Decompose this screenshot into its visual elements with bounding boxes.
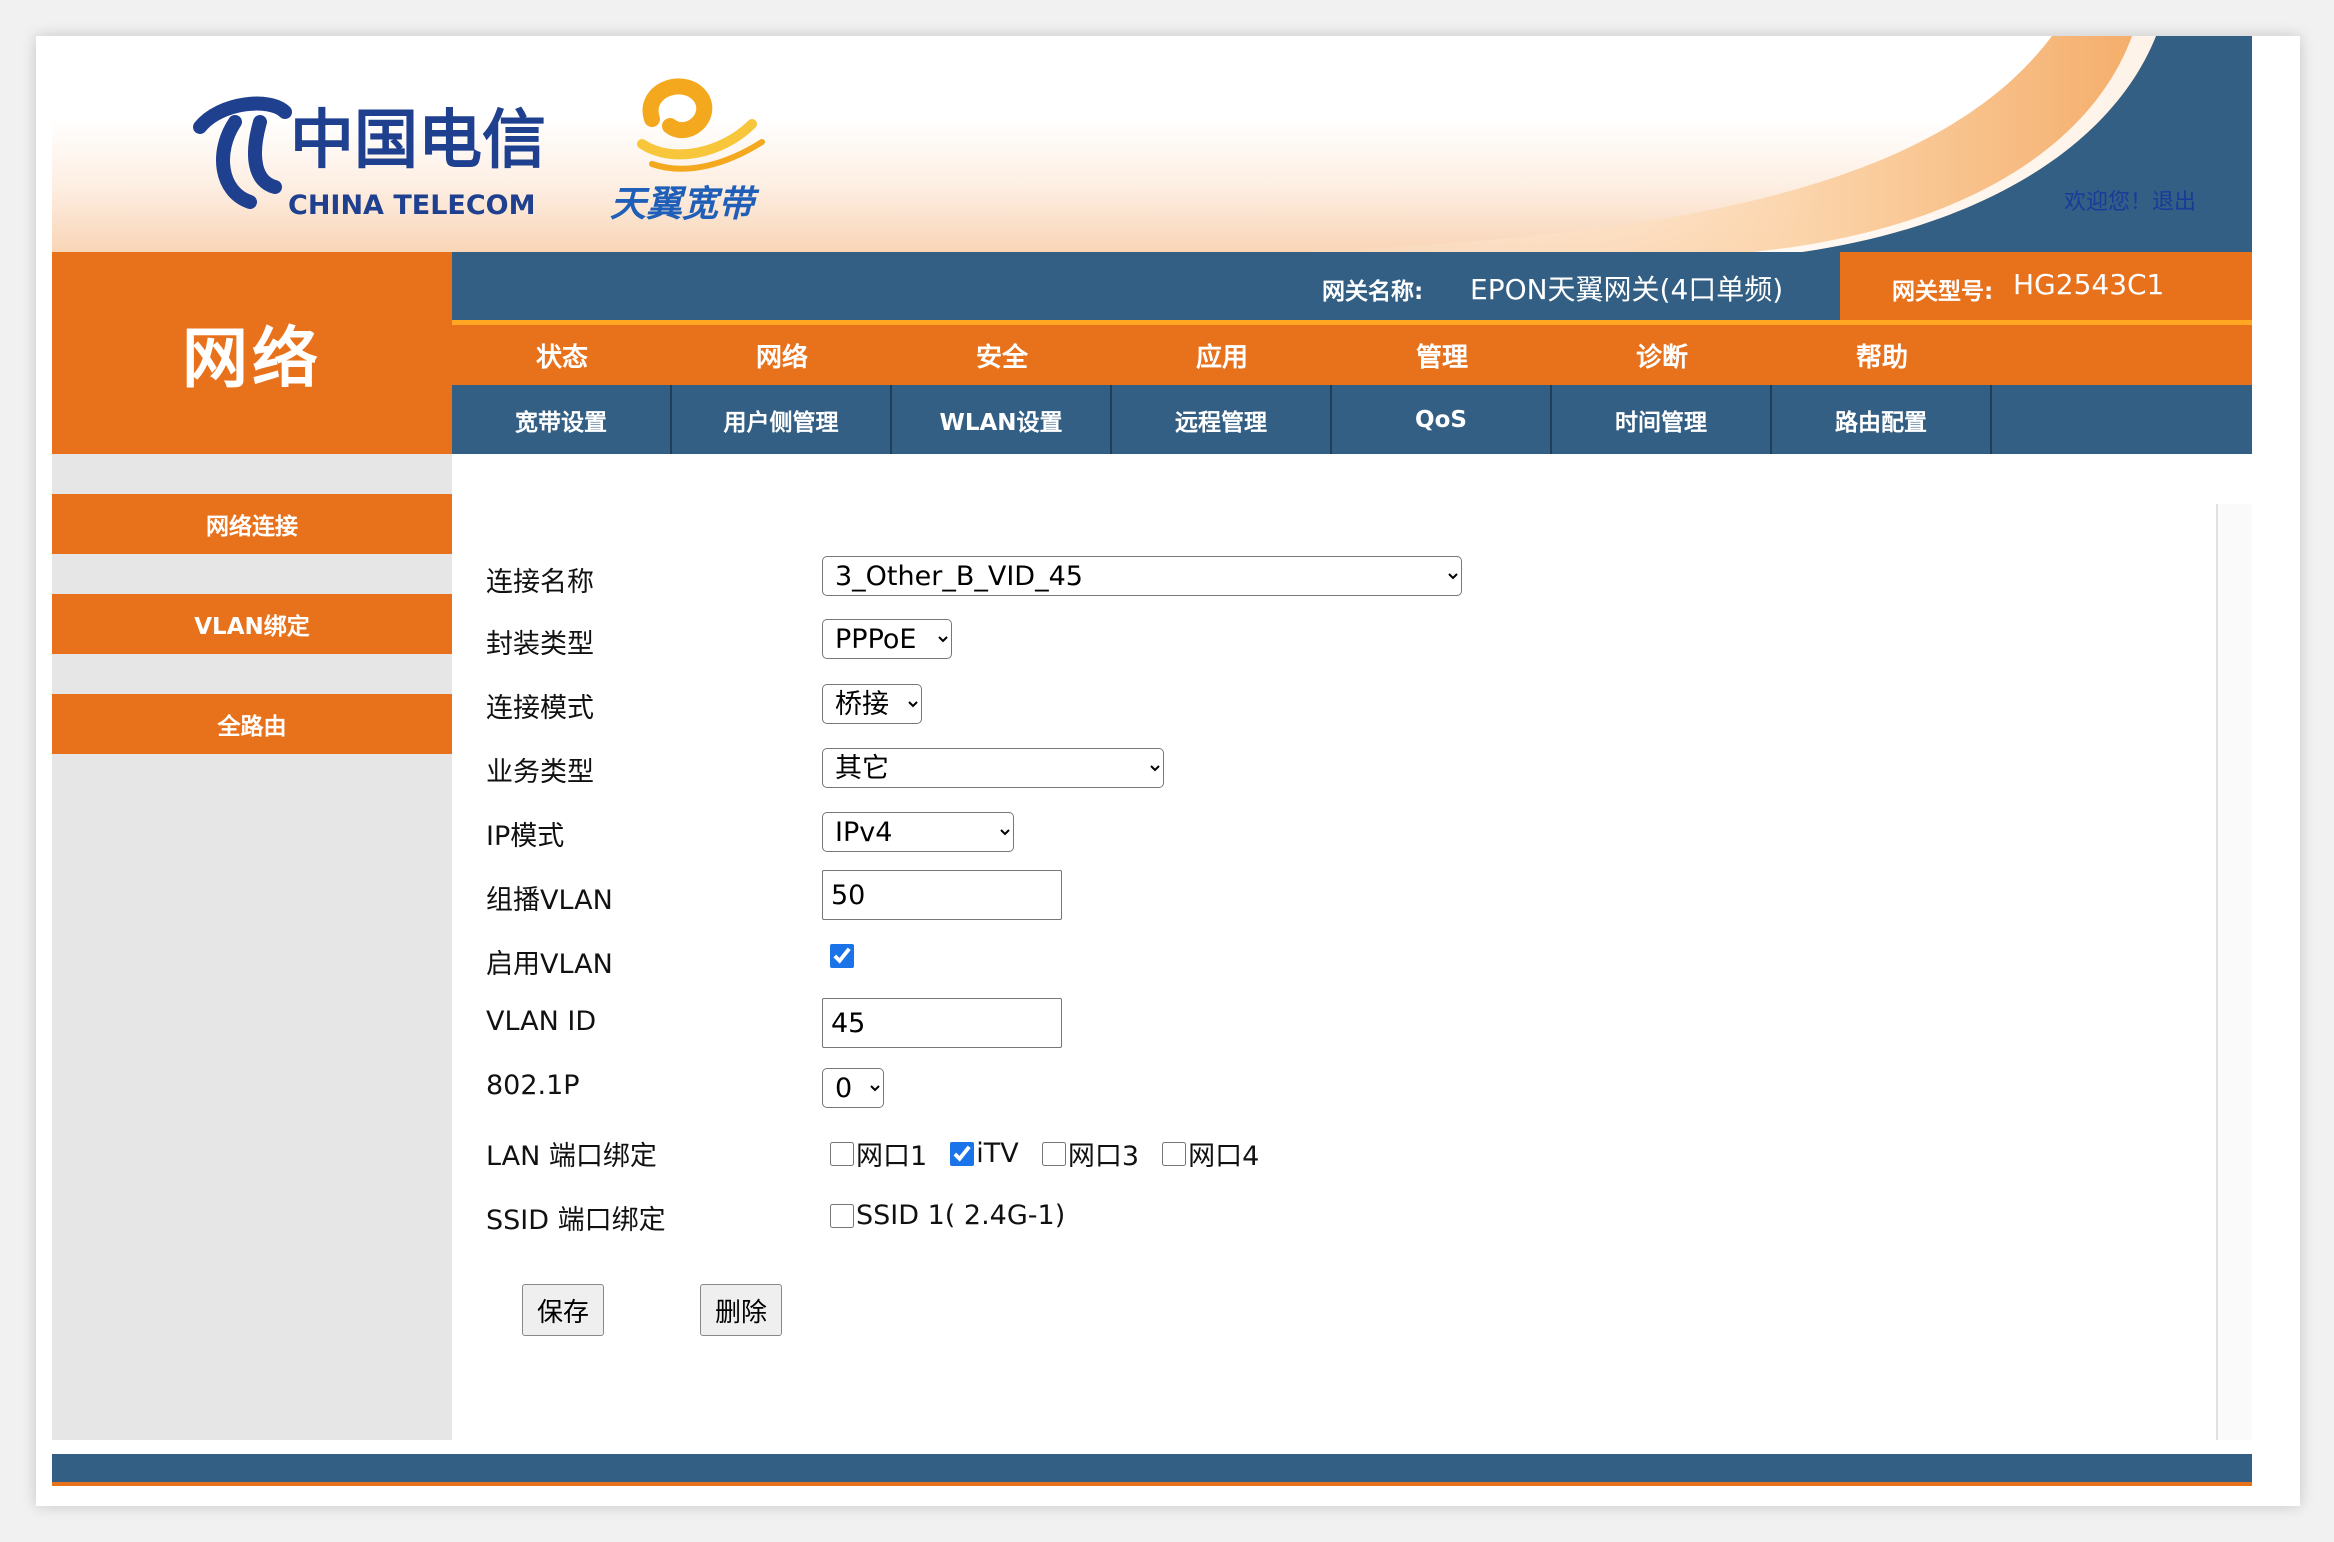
content-scrollbar[interactable] [2216, 504, 2252, 1440]
main-nav-network[interactable]: 网络 [672, 325, 892, 385]
dot1p-select[interactable]: 0 [822, 1068, 884, 1108]
ip-mode-label: IP模式 [486, 821, 565, 852]
save-button[interactable]: 保存 [522, 1284, 605, 1336]
gateway-name-value: EPON天翼网关(4口单频) [1470, 273, 1784, 306]
welcome-text: 欢迎您！ [2063, 190, 2152, 215]
service-type-select[interactable]: 其它 [822, 748, 1164, 788]
sub-nav-time[interactable]: 时间管理 [1552, 385, 1772, 454]
ssid-binding-label: SSID 端口绑定 [486, 1205, 666, 1236]
main-nav-security[interactable]: 安全 [892, 325, 1112, 385]
ssid-binding-group: SSID 1( 2.4G-1) [830, 1200, 1083, 1231]
lan-binding-group: 网口1 iTV 网口3 网口4 [830, 1134, 1277, 1173]
sidebar-item-full-routing[interactable]: 全路由 [52, 694, 452, 754]
browser-page: 中国电信 CHINA TELECOM 天翼宽带 欢迎您！退出 网络 网关名称: … [36, 36, 2300, 1506]
connection-form: 连接名称 3_Other_B_VID_45 封装类型 PPPoE 连接模式 桥接… [452, 454, 2252, 1440]
gateway-name-label: 网关名称: [1322, 279, 1424, 305]
lan-binding-label: LAN 端口绑定 [486, 1141, 657, 1172]
section-title: 网络 [52, 252, 452, 454]
sub-nav-qos[interactable]: QoS [1332, 385, 1552, 454]
enable-vlan-label: 启用VLAN [486, 949, 613, 980]
ip-mode-select[interactable]: IPv4 [822, 812, 1014, 852]
sub-nav-broadband[interactable]: 宽带设置 [452, 385, 672, 454]
main-nav-diagnosis[interactable]: 诊断 [1552, 325, 1772, 385]
gateway-model-box: 网关型号: HG2543C1 [1840, 252, 2252, 320]
multicast-vlan-input[interactable] [822, 870, 1062, 920]
banner: 中国电信 CHINA TELECOM 天翼宽带 欢迎您！退出 [52, 36, 2252, 252]
svg-text:天翼宽带: 天翼宽带 [610, 184, 760, 225]
lan-port-itv-label: iTV [976, 1138, 1019, 1169]
sub-nav-wlan[interactable]: WLAN设置 [892, 385, 1112, 454]
encapsulation-label: 封装类型 [486, 629, 594, 660]
gateway-model-value: HG2543C1 [2013, 268, 2165, 301]
connection-name-select[interactable]: 3_Other_B_VID_45 [822, 556, 1462, 596]
sidebar: 网络连接 VLAN绑定 全路由 [52, 454, 452, 1440]
lan-port-itv-checkbox[interactable] [950, 1141, 975, 1166]
lan-port-1-checkbox[interactable] [830, 1141, 854, 1166]
dot1p-label: 802.1P [486, 1070, 580, 1101]
gateway-info-bar: 网关名称: EPON天翼网关(4口单频) 网关型号: HG2543C1 [452, 252, 2252, 320]
main-nav-application[interactable]: 应用 [1112, 325, 1332, 385]
logout-link[interactable]: 退出 [2152, 190, 2196, 215]
svg-text:中国电信: 中国电信 [290, 104, 546, 178]
vlan-id-label: VLAN ID [486, 1006, 597, 1037]
main-nav-management[interactable]: 管理 [1332, 325, 1552, 385]
lan-port-3-checkbox[interactable] [1041, 1141, 1066, 1166]
sub-nav: 宽带设置 用户侧管理 WLAN设置 远程管理 QoS 时间管理 路由配置 [452, 385, 2252, 454]
sub-nav-lan-side[interactable]: 用户侧管理 [672, 385, 892, 454]
delete-button[interactable]: 删除 [700, 1284, 783, 1336]
vlan-id-input[interactable] [822, 998, 1062, 1048]
welcome-area: 欢迎您！退出 [2064, 184, 2196, 216]
footer-bar [52, 1454, 2252, 1486]
lan-port-4-label: 网口4 [1188, 1141, 1260, 1172]
sidebar-item-network-connection[interactable]: 网络连接 [52, 494, 452, 554]
main-nav: 状态 网络 安全 应用 管理 诊断 帮助 [452, 320, 2252, 385]
service-type-label: 业务类型 [486, 757, 594, 788]
svg-text:CHINA TELECOM: CHINA TELECOM [288, 190, 536, 221]
tianyi-broadband-logo: 天翼宽带 [592, 64, 792, 234]
lan-port-1-label: 网口1 [856, 1141, 928, 1172]
main-nav-help[interactable]: 帮助 [1772, 325, 1992, 385]
connection-mode-select[interactable]: 桥接 [822, 684, 922, 724]
multicast-vlan-label: 组播VLAN [486, 885, 613, 916]
sub-nav-remote[interactable]: 远程管理 [1112, 385, 1332, 454]
china-telecom-logo: 中国电信 CHINA TELECOM [180, 82, 560, 232]
connection-mode-label: 连接模式 [486, 693, 594, 724]
lan-port-4-checkbox[interactable] [1162, 1141, 1187, 1166]
enable-vlan-checkbox[interactable] [830, 944, 854, 968]
ssid-1-label: SSID 1( 2.4G-1) [856, 1200, 1066, 1231]
ssid-1-checkbox[interactable] [830, 1203, 854, 1228]
sub-nav-routing[interactable]: 路由配置 [1772, 385, 1992, 454]
lan-port-3-label: 网口3 [1067, 1141, 1140, 1172]
connection-name-label: 连接名称 [486, 567, 594, 598]
encapsulation-select[interactable]: PPPoE [822, 619, 952, 659]
sidebar-item-vlan-binding[interactable]: VLAN绑定 [52, 594, 452, 654]
gateway-model-label: 网关型号: [1892, 279, 1994, 305]
main-nav-status[interactable]: 状态 [452, 325, 672, 385]
